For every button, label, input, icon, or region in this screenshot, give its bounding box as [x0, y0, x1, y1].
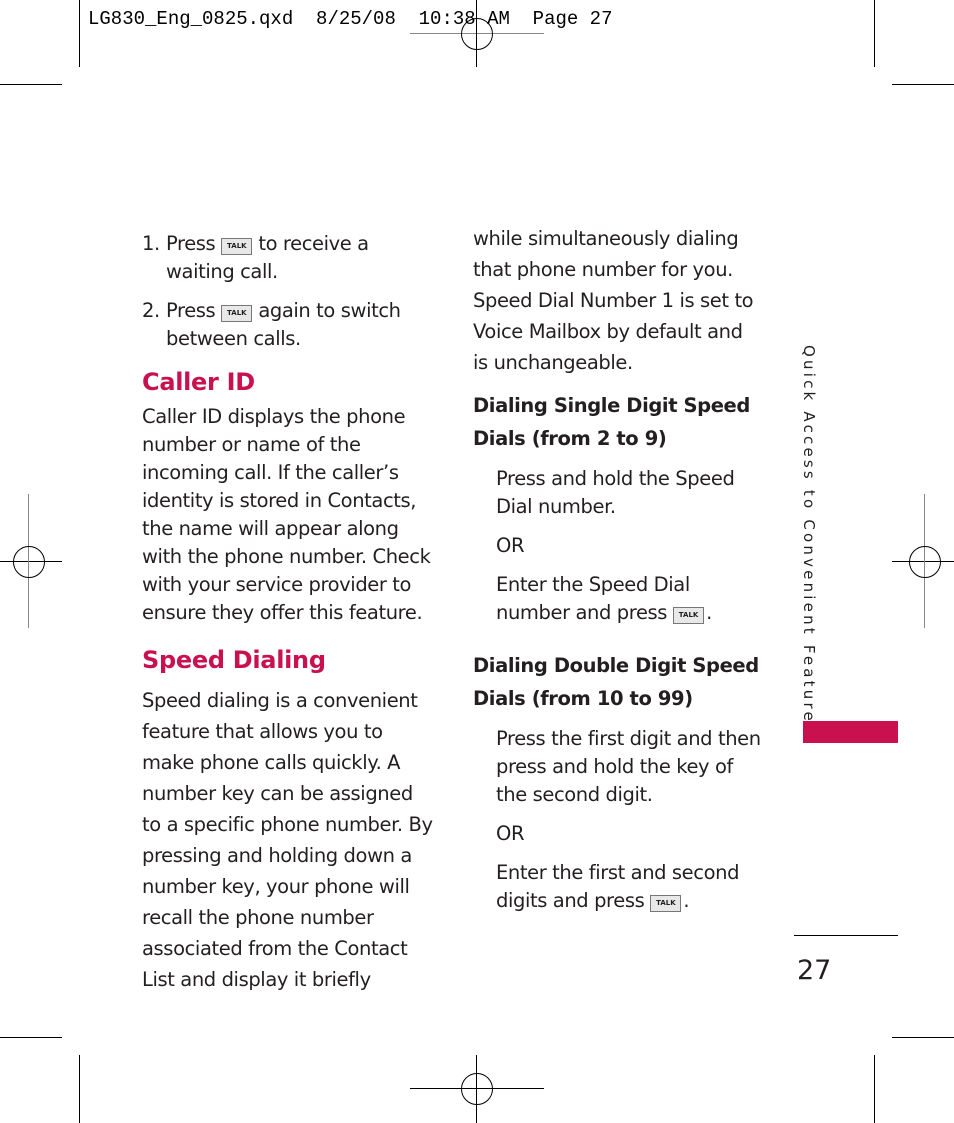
crop-mark: [0, 1037, 62, 1038]
speed-dial-continuation: while simultaneously dialing that phone …: [473, 227, 754, 374]
double-step-2: Enter the first and second digits and pr…: [496, 861, 740, 912]
double-step-1: Press the first digit and then press and…: [496, 727, 761, 806]
step-number: 2.: [142, 299, 160, 322]
single-or: OR: [496, 534, 525, 557]
page-number: 27: [797, 955, 832, 986]
caller-id-body: Caller ID displays the phone number or n…: [142, 405, 431, 624]
crop-mark: [892, 84, 954, 85]
right-column: while simultaneously dialing that phone …: [473, 223, 763, 915]
crop-mark: [892, 1037, 954, 1038]
page-number-rule: [794, 935, 898, 936]
talk-key-icon: TALK: [650, 895, 682, 912]
crop-mark: [0, 84, 62, 85]
crop-mark: [79, 0, 80, 67]
single-step-2: Enter the Speed Dial number and press TAL…: [496, 573, 712, 624]
section-tab-marker: [803, 721, 898, 743]
single-step-1: Press and hold the Speed Dial number.: [496, 467, 735, 518]
crop-mark: [874, 0, 875, 67]
talk-key-icon: TALK: [221, 238, 253, 255]
step-number: 1.: [142, 232, 160, 255]
file-slug: LG830_Eng_0825.qxd 8/25/08 10:38 AM Page…: [88, 8, 613, 30]
step-2: 2. Press TALK again to switch between call…: [142, 297, 434, 353]
double-digit-heading: Dialing Double Digit Speed Dials (from 1…: [473, 654, 759, 710]
crop-mark: [874, 1055, 875, 1123]
single-digit-heading: Dialing Single Digit Speed Dials (from 2…: [473, 394, 750, 450]
step-1: 1. Press TALK to receive a waiting call.: [142, 230, 434, 286]
double-or: OR: [496, 822, 525, 845]
speed-dialing-heading: Speed Dialing: [142, 646, 326, 674]
speed-dialing-body: Speed dialing is a convenient feature th…: [142, 689, 433, 991]
crop-mark: [79, 1055, 80, 1123]
left-column: 1. Press TALK to receive a waiting call. 2…: [142, 230, 434, 995]
caller-id-heading: Caller ID: [142, 368, 255, 396]
section-side-label: Quick Access to Convenient Features: [800, 345, 818, 735]
talk-key-icon: TALK: [221, 305, 253, 322]
talk-key-icon: TALK: [673, 607, 705, 624]
